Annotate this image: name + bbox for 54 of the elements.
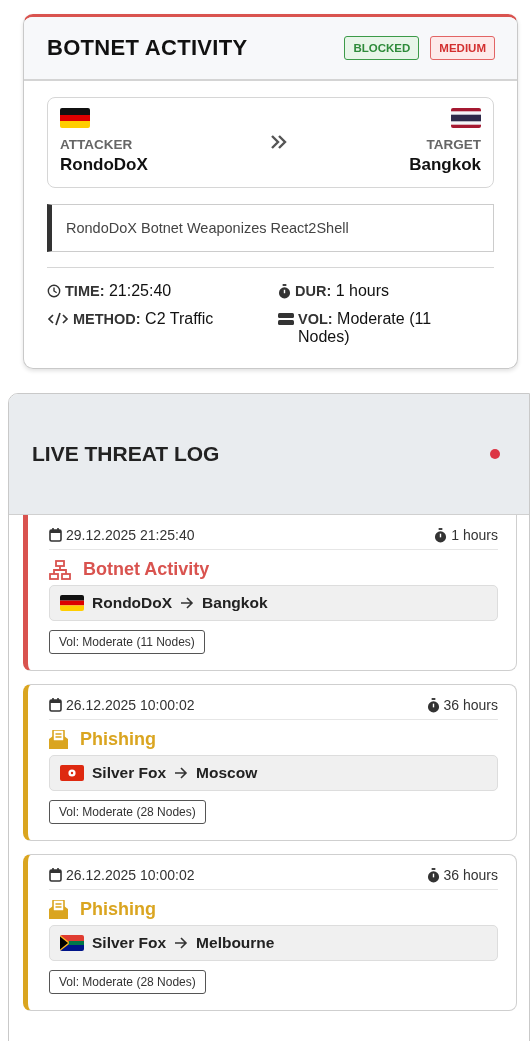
calendar-icon (49, 528, 62, 542)
detail-text: METHOD: C2 Traffic (73, 310, 214, 328)
alert-description: RondoDoX Botnet Weaponizes React2Shell (47, 204, 494, 252)
entry-duration: 36 hours (443, 697, 498, 713)
stopwatch-icon (426, 697, 440, 713)
flag-icon (60, 595, 84, 611)
route-source: RondoDoX (92, 594, 173, 612)
detail-text: VOL: Moderate (11 Nodes) (298, 310, 433, 346)
log-entry[interactable]: 26.12.2025 10:00:02 36 hours Phishing Silver Fox Moscow Vol: Moderate (28 Nodes) (23, 684, 517, 841)
entry-title: Phishing (80, 899, 156, 920)
route-target: Melbourne (196, 934, 275, 952)
calendar-icon (49, 868, 62, 882)
arrow-icon (174, 937, 189, 949)
route-name: Bangkok (409, 155, 481, 175)
route-source: Silver Fox (92, 764, 167, 782)
arrow-icon (174, 767, 189, 779)
detail-text: TIME: 21:25:40 (65, 282, 172, 300)
route-caption: ATTACKER (60, 137, 133, 152)
double-chevron-icon (269, 133, 288, 150)
alert-title: BOTNET ACTIVITY (47, 35, 249, 61)
server-icon (278, 312, 294, 326)
network-icon (49, 559, 71, 580)
volume-tag: Vol: Moderate (11 Nodes) (49, 630, 205, 654)
stopwatch-icon (434, 527, 448, 543)
entry-date: 29.12.2025 21:25:40 (66, 527, 195, 543)
volume-tag: Vol: Moderate (28 Nodes) (49, 970, 206, 994)
clock-icon (47, 284, 61, 298)
stopwatch-icon (426, 867, 440, 883)
arrow-icon (180, 597, 195, 609)
log-entry[interactable]: 26.12.2025 10:00:02 36 hours Phishing Silver Fox Melbourne Vol: Moderate (28 Nodes) (23, 854, 517, 1011)
flag-icon (60, 108, 90, 128)
stopwatch-icon (278, 284, 291, 299)
log-title: LIVE THREAT LOG (32, 442, 220, 466)
route-source: Silver Fox (92, 934, 167, 952)
flag-icon (451, 108, 481, 128)
flag-icon (60, 935, 84, 951)
status-badge: MEDIUM (430, 36, 495, 60)
entry-duration: 36 hours (443, 867, 498, 883)
detail-text: DUR: 1 hours (295, 282, 390, 300)
entry-date: 26.12.2025 10:00:02 (66, 697, 195, 713)
flag-icon (60, 765, 84, 781)
log-entry[interactable]: 29.12.2025 21:25:40 1 hours Botnet Activity RondoDoX Bangkok Vol: Moderate (11 Nodes) (23, 515, 517, 671)
entry-duration: 1 hours (451, 527, 498, 543)
entry-title: Phishing (80, 729, 156, 750)
code-icon (47, 312, 69, 326)
volume-tag: Vol: Moderate (28 Nodes) (49, 800, 206, 824)
route-name: RondoDoX (60, 155, 148, 175)
route-caption: TARGET (426, 137, 481, 152)
entry-date: 26.12.2025 10:00:02 (66, 867, 195, 883)
entry-title: Botnet Activity (83, 559, 210, 580)
calendar-icon (49, 698, 62, 712)
route-target: Bangkok (202, 594, 268, 612)
status-badge: BLOCKED (344, 36, 420, 60)
route-target: Moscow (196, 764, 258, 782)
